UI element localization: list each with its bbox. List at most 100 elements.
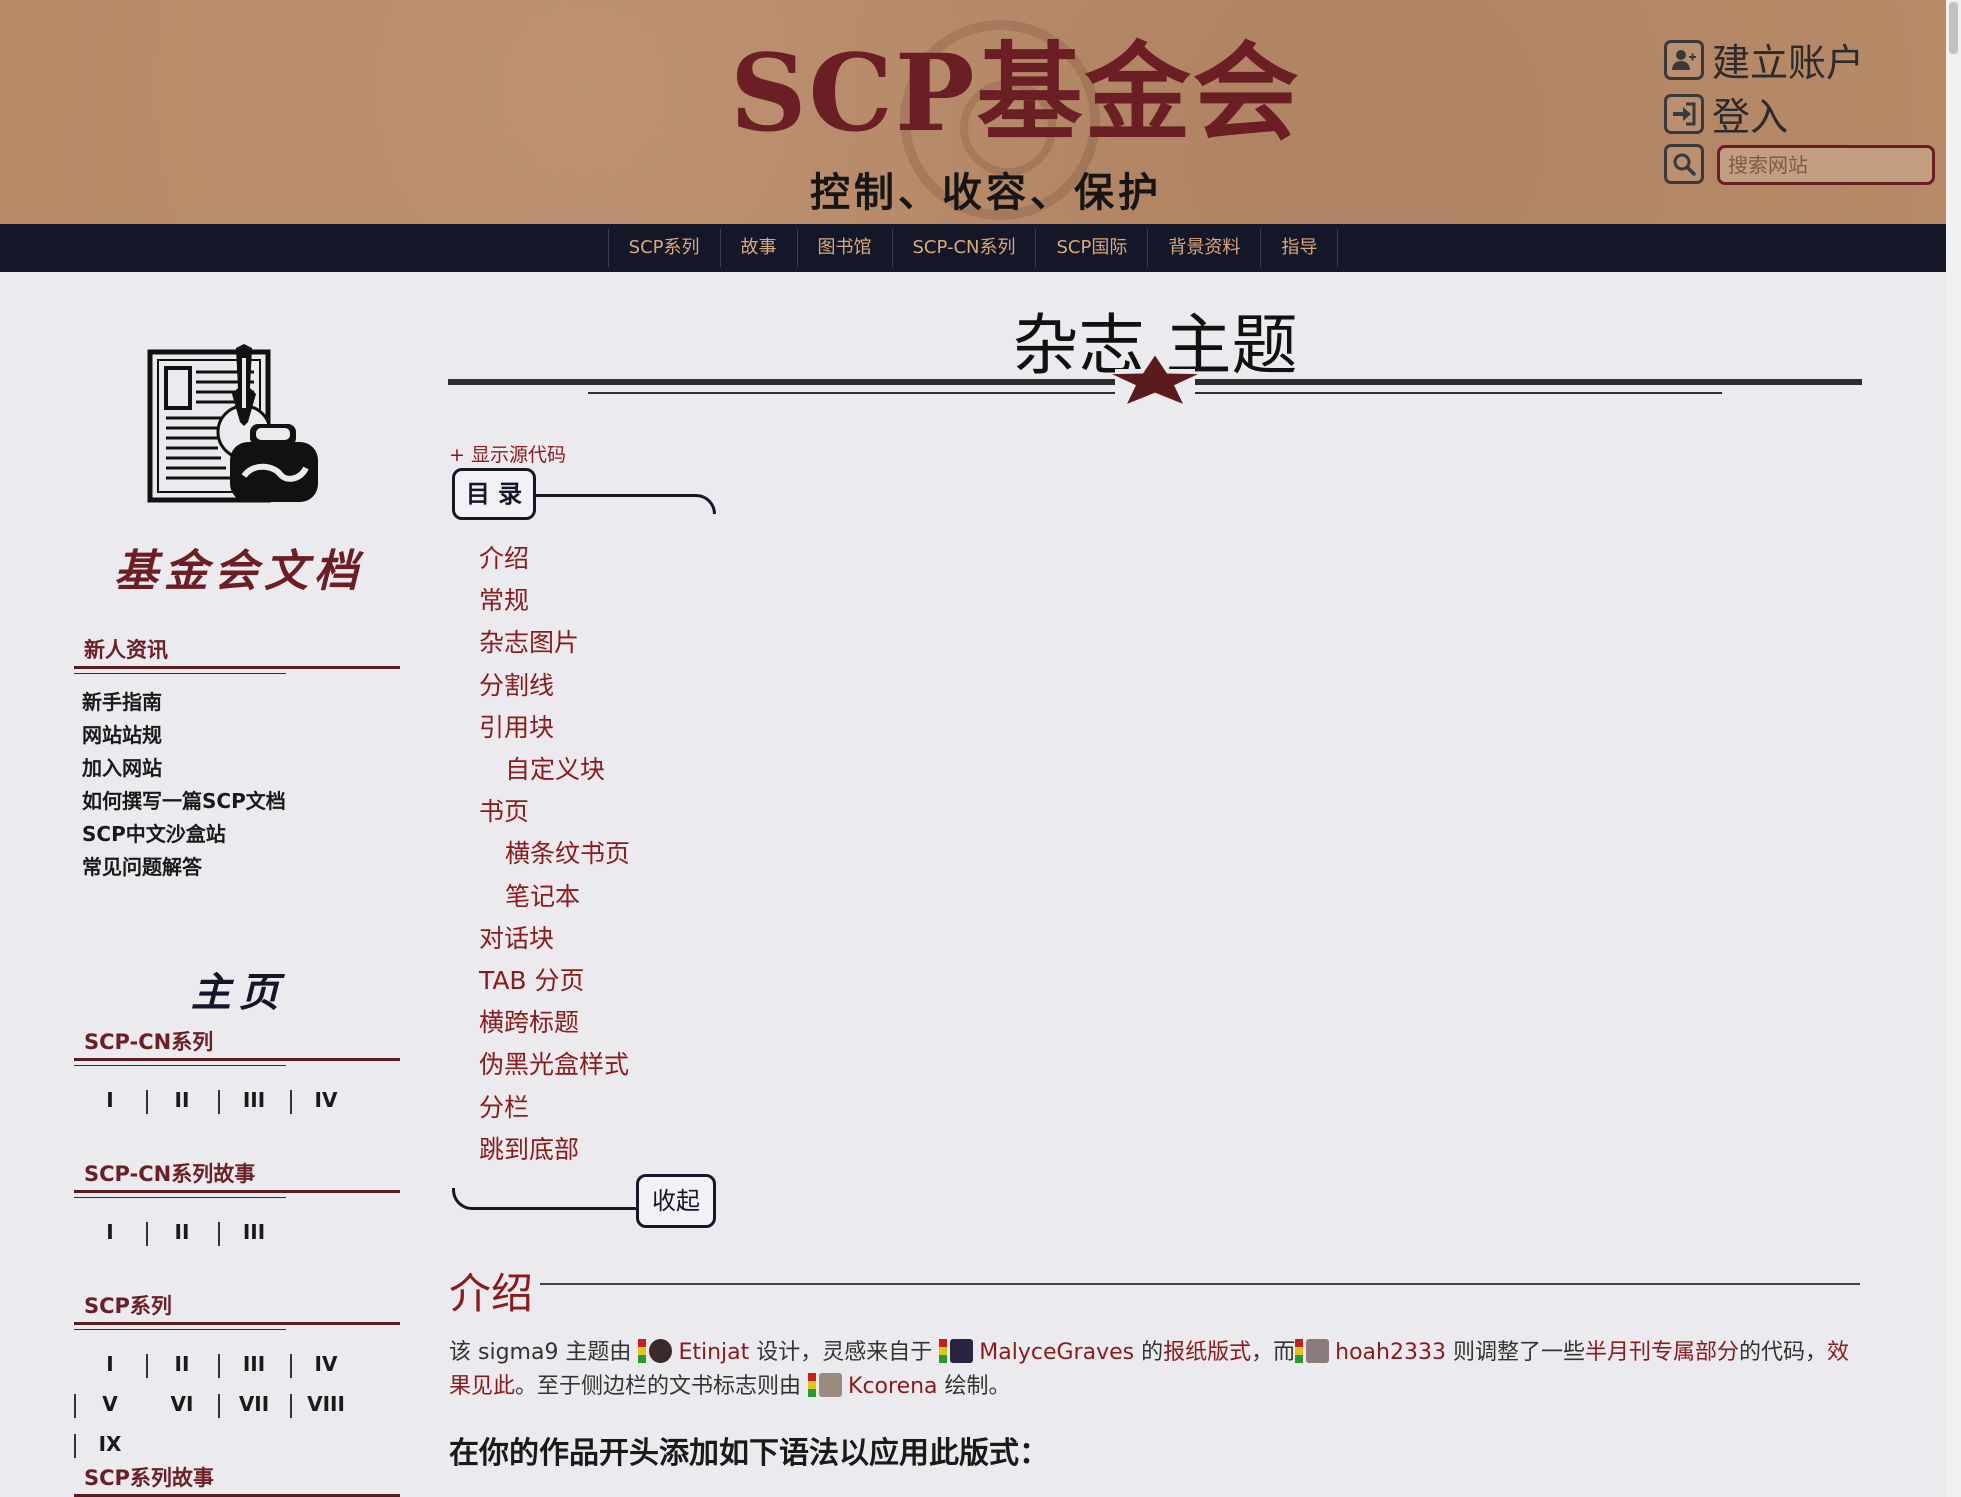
user-avatar-kcorena[interactable] [808,1373,843,1397]
series-links: I II III IV V VI VII VIII IX [74,1344,404,1464]
intro-text: 该 sigma9 主题由 [449,1340,632,1365]
cn-series-link[interactable]: I [74,1080,146,1120]
sidebar-link-sandbox[interactable]: SCP中文沙盒站 [82,818,286,851]
intro-text: 则调整了一些 [1452,1340,1585,1365]
intro-text: 。至于侧边栏的文书标志则由 [515,1374,802,1399]
series-link[interactable]: V [74,1384,146,1424]
user-link-kcorena[interactable]: Kcorena [848,1374,938,1399]
user-avatar-malycegraves[interactable] [939,1339,974,1363]
toc-item[interactable]: 分割线 [479,665,630,707]
scrollbar-thumb[interactable] [1949,2,1958,54]
toc-bottom-border [452,1188,638,1210]
sidebar-link-beginner-guide[interactable]: 新手指南 [82,686,286,719]
home-title: 主页 [191,969,287,1016]
intro-text: 的 [1141,1340,1164,1365]
sidebar-link-how-to-write[interactable]: 如何撰写一篇SCP文档 [82,785,286,818]
nav-item-scp-series[interactable]: SCP系列 [607,229,720,267]
toc-item[interactable]: 杂志图片 [479,622,630,664]
toc-subitem[interactable]: 横条纹书页 [479,833,630,875]
user-link-etinjat[interactable]: Etinjat [678,1340,749,1365]
toc-item[interactable]: 常规 [479,580,630,622]
toc-item[interactable]: TAB 分页 [479,960,630,1002]
series-link[interactable]: VIII [290,1384,362,1424]
intro-text: 的代码， [1739,1340,1828,1365]
site-header: SCP基金会 控制、收容、保护 建立账户 登入 [0,0,1946,224]
series-link[interactable]: VII [218,1384,290,1424]
table-of-contents: 介绍 常规 杂志图片 分割线 引用块 自定义块 书页 横条纹书页 笔记本 对话块… [479,538,630,1171]
cn-series-link[interactable]: III [218,1080,290,1120]
series-divider [74,1322,400,1330]
cn-series-heading: SCP-CN系列 [84,1030,214,1054]
apply-syntax-heading: 在你的作品开头添加如下语法以应用此版式： [449,1436,1049,1471]
newspaper-format-link[interactable]: 报纸版式 [1163,1340,1251,1365]
series-heading: SCP系列 [84,1294,172,1318]
toc-subitem[interactable]: 自定义块 [479,749,630,791]
cn-tales-links: I II III [74,1212,404,1252]
login-label: 登入 [1712,95,1789,139]
series-link[interactable]: VI [146,1384,218,1424]
intro-text: 绘制。 [944,1374,1011,1399]
nav-item-guides[interactable]: 指导 [1260,229,1339,267]
toc-item[interactable]: 横跨标题 [479,1002,630,1044]
create-account-label: 建立账户 [1712,41,1865,85]
semimonthly-section-link[interactable]: 半月刊专属部分 [1585,1340,1739,1365]
cn-tales-link[interactable]: II [146,1212,218,1252]
user-avatar-hoah2333[interactable] [1295,1339,1330,1363]
toc-item[interactable]: 书页 [479,791,630,833]
cn-tales-heading: SCP-CN系列故事 [84,1162,256,1186]
cn-tales-link[interactable]: I [74,1212,146,1252]
site-title[interactable]: SCP基金会 [730,40,1299,146]
toc-collapse-button[interactable]: 收起 [636,1174,716,1228]
user-link-hoah2333[interactable]: hoah2333 [1335,1340,1446,1365]
document-ink-bottle-icon [147,344,318,503]
toc-item[interactable]: 介绍 [479,538,630,580]
user-avatar-etinjat[interactable] [638,1339,673,1363]
series-link[interactable]: IV [290,1344,362,1384]
search-button[interactable] [1664,144,1704,184]
intro-text: ，而 [1251,1340,1296,1365]
nav-item-library[interactable]: 图书馆 [796,229,892,267]
series-link[interactable]: III [218,1344,290,1384]
intro-text: 设计，灵感来自于 [756,1340,933,1365]
nav-item-scp-international[interactable]: SCP国际 [1035,229,1147,267]
sign-in-icon [1664,93,1704,134]
sidebar-link-site-rules[interactable]: 网站站规 [82,719,286,752]
page-scrollbar[interactable] [1946,0,1961,1497]
series-tales-heading: SCP系列故事 [84,1466,214,1490]
nav-item-scp-cn-series[interactable]: SCP-CN系列 [891,229,1036,267]
section-title-intro: 介绍 [449,1269,534,1318]
toc-item[interactable]: 引用块 [479,707,630,749]
sidebar-link-faq[interactable]: 常见问题解答 [82,851,286,884]
toc-subitem[interactable]: 笔记本 [479,876,630,918]
series-link[interactable]: I [74,1344,146,1384]
series-link[interactable]: IX [74,1424,146,1464]
foundation-docs-title[interactable]: 基金会文档 [74,535,404,599]
show-source-button[interactable]: + 显示源代码 [449,440,566,467]
cn-tales-divider [74,1190,400,1198]
cn-series-link[interactable]: II [146,1080,218,1120]
section-divider [540,1283,1860,1285]
sidebar-link-join-site[interactable]: 加入网站 [82,752,286,785]
cn-series-divider [74,1058,400,1066]
intro-paragraph: 该 sigma9 主题由 Etinjat 设计，灵感来自于 MalyceGrav… [449,1336,1869,1404]
toc-heading: 目 录 [452,468,536,520]
toc-top-border [534,494,716,514]
toc-item[interactable]: 对话块 [479,918,630,960]
search-input[interactable] [1717,145,1935,185]
nav-item-tales[interactable]: 故事 [719,229,797,267]
user-link-malycegraves[interactable]: MalyceGraves [979,1340,1134,1365]
search-icon [1673,153,1696,176]
toc-item[interactable]: 伪黑光盒样式 [479,1044,630,1086]
cn-tales-link[interactable]: III [218,1212,290,1252]
cn-series-link[interactable]: IV [290,1080,362,1120]
toc-item[interactable]: 分栏 [479,1087,630,1129]
nav-item-background[interactable]: 背景资料 [1147,229,1260,267]
login-link[interactable]: 登入 [1664,86,1788,141]
toc-item[interactable]: 跳到底部 [479,1129,630,1171]
top-navigation: SCP系列 故事 图书馆 SCP-CN系列 SCP国际 背景资料 指导 [0,224,1946,272]
newbie-divider [74,666,400,674]
create-account-link[interactable]: 建立账户 [1664,32,1864,87]
cn-series-links: I II III IV [74,1080,404,1120]
site-subtitle: 控制、收容、保护 [810,169,1162,216]
series-link[interactable]: II [146,1344,218,1384]
